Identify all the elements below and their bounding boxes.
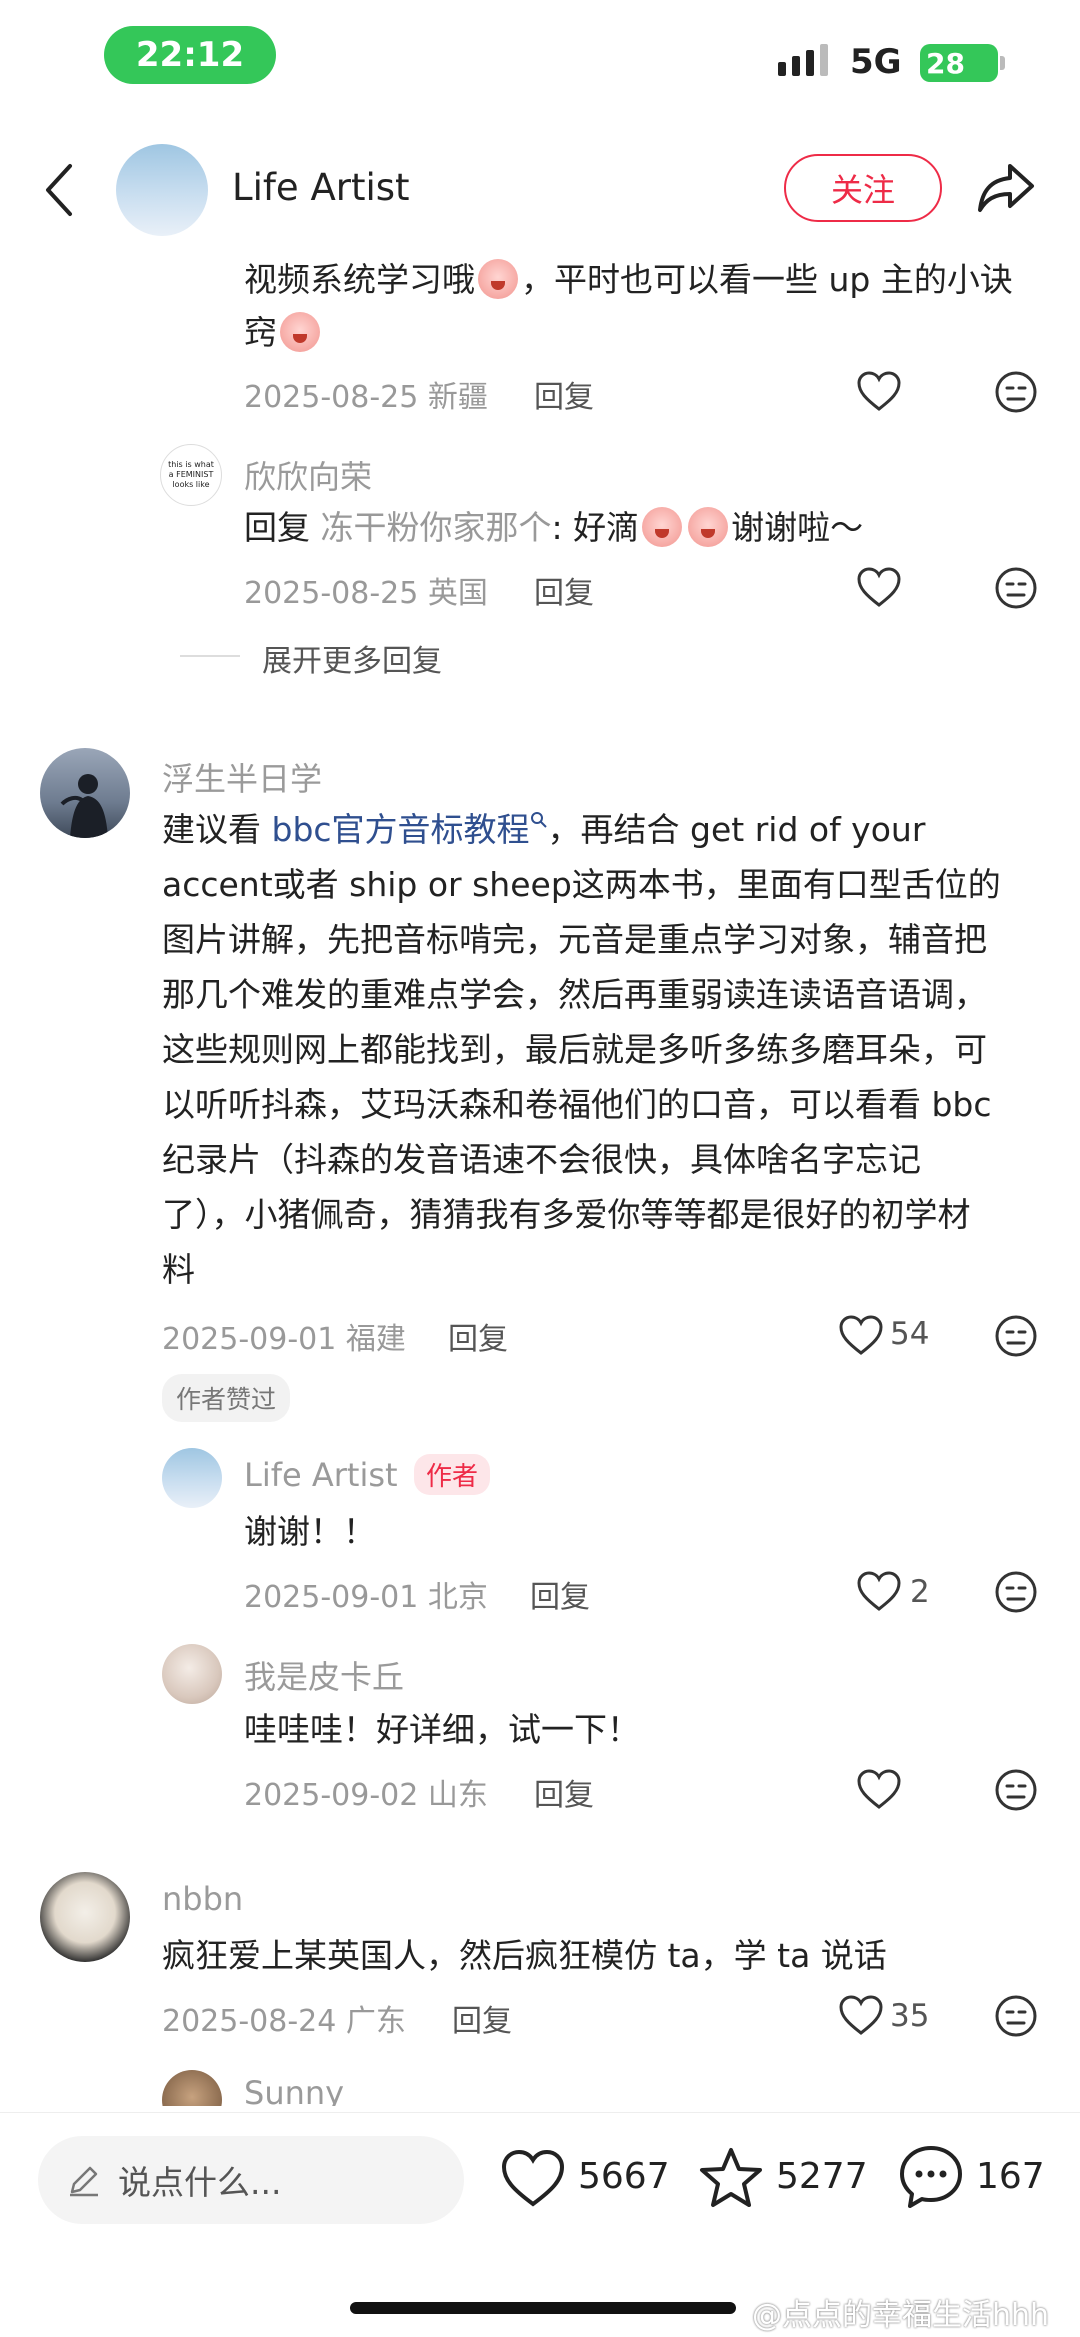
comment-date: 2025-08-24 广东 bbox=[162, 2004, 406, 2039]
author-badge: 作者 bbox=[414, 1454, 491, 1495]
heart-icon[interactable] bbox=[838, 1314, 884, 1356]
author-liked-badge: 作者赞过 bbox=[162, 1374, 291, 1422]
battery-level: 28 bbox=[926, 46, 965, 80]
reply-button[interactable]: 回复 bbox=[448, 1314, 508, 1358]
comment-text-line: 图片讲解，先把音标啃完，元音是重点学习对象，辅音把 bbox=[162, 920, 987, 959]
comment-input-placeholder: 说点什么... bbox=[118, 2163, 282, 2202]
comment-text: 哇哇哇！好详细，试一下！ bbox=[244, 1710, 640, 1749]
comment-text: 视频系统学习哦 ，平时也可以看一些 up 主的小诀 bbox=[244, 252, 1013, 307]
comment-text: 疯狂爱上某英国人，然后疯狂模仿 ta，学 ta 说话 bbox=[162, 1936, 887, 1975]
reply-button[interactable]: 回复 bbox=[530, 1572, 590, 1616]
like-icon[interactable] bbox=[500, 2148, 566, 2208]
heart-icon[interactable] bbox=[856, 1768, 902, 1810]
comment-date: 2025-08-25 英国 bbox=[244, 576, 488, 611]
reply-to-name[interactable]: 冻干粉你家那个 bbox=[321, 508, 552, 547]
comment-text: 窍 bbox=[244, 305, 323, 360]
share-icon[interactable] bbox=[976, 160, 1036, 216]
avatar-silhouette bbox=[60, 774, 108, 838]
comment-text-line: 以听听抖森，艾玛沃森和卷福他们的口音，可以看看 bbc bbox=[162, 1085, 992, 1124]
favorite-total: 5277 bbox=[776, 2156, 868, 2197]
pig-emoji-icon bbox=[642, 507, 683, 547]
heart-icon[interactable] bbox=[856, 566, 902, 608]
comment-text-line: 纪录片（抖森的发音语速不会很快，具体啥名字忘记 bbox=[162, 1140, 921, 1179]
expand-divider bbox=[180, 655, 240, 657]
comment-text-part: 视频系统学习哦 bbox=[244, 260, 475, 299]
heart-icon[interactable] bbox=[856, 370, 902, 412]
pig-emoji-icon bbox=[478, 259, 518, 299]
reply-button[interactable]: 回复 bbox=[452, 1996, 512, 2040]
signal-icon bbox=[778, 44, 828, 76]
comment-date: 2025-09-02 山东 bbox=[244, 1778, 488, 1813]
comment-date: 2025-08-25 新疆 bbox=[244, 380, 488, 415]
battery-icon: 28 bbox=[920, 44, 998, 82]
comment-text-part: 窍 bbox=[244, 313, 277, 352]
pencil-icon bbox=[70, 2166, 98, 2197]
comment-text-line: 这些规则网上都能找到，最后就是多听多练多磨耳朵，可 bbox=[162, 1030, 987, 1069]
avatar[interactable] bbox=[40, 1872, 130, 1962]
watermark: @点点的幸福生活hhh bbox=[752, 2298, 1050, 2333]
comment-text-part: ，平时也可以看一些 up 主的小诀 bbox=[521, 260, 1013, 299]
home-indicator[interactable] bbox=[350, 2302, 736, 2314]
dislike-icon[interactable] bbox=[994, 566, 1038, 610]
comment-text-part: ，再结合 get rid of your bbox=[547, 810, 926, 849]
avatar[interactable]: this is what a FEMINIST looks like bbox=[160, 444, 222, 506]
reply-button[interactable]: 回复 bbox=[534, 1770, 594, 1814]
avatar[interactable] bbox=[162, 1448, 222, 1508]
comment-text-part: 谢谢啦～ bbox=[731, 508, 864, 547]
dislike-icon[interactable] bbox=[994, 1570, 1038, 1614]
network-type: 5G bbox=[850, 42, 902, 82]
star-icon[interactable] bbox=[698, 2146, 764, 2210]
bottom-divider bbox=[0, 2112, 1080, 2113]
comment-icon[interactable] bbox=[898, 2144, 964, 2210]
comment-text: 回复 冻干粉你家那个: 好滴 谢谢啦～ bbox=[244, 500, 863, 555]
heart-icon[interactable] bbox=[838, 1994, 884, 2036]
commenter-name[interactable]: 欣欣向荣 bbox=[244, 452, 372, 498]
comment-text-line: 料 bbox=[162, 1250, 195, 1289]
dislike-icon[interactable] bbox=[994, 1994, 1038, 2038]
comment-text-line: accent或者 ship or sheep这两本书，里面有口型舌位的 bbox=[162, 865, 1001, 904]
status-time: 22:12 bbox=[104, 26, 276, 84]
expand-more-replies[interactable]: 展开更多回复 bbox=[262, 636, 442, 680]
commenter-name[interactable]: Life Artist bbox=[244, 1456, 398, 1494]
search-icon bbox=[530, 812, 547, 828]
like-count: 2 bbox=[910, 1574, 930, 1610]
comment-text-line: 了），小猪佩奇，猜猜我有多爱你等等都是很好的初学材 bbox=[162, 1195, 971, 1234]
dislike-icon[interactable] bbox=[994, 1768, 1038, 1812]
search-link[interactable]: bbc官方音标教程 bbox=[272, 810, 530, 849]
comment-text-line: 建议看 bbc官方音标教程 ，再结合 get rid of your bbox=[162, 802, 925, 857]
dislike-icon[interactable] bbox=[994, 1314, 1038, 1358]
follow-button[interactable]: 关注 bbox=[784, 154, 942, 222]
heart-icon[interactable] bbox=[856, 1570, 902, 1612]
avatar[interactable] bbox=[162, 1644, 222, 1704]
commenter-name[interactable]: nbbn bbox=[162, 1880, 243, 1918]
commenter-name[interactable]: 浮生半日学 bbox=[162, 754, 322, 800]
header-avatar[interactable] bbox=[116, 144, 208, 236]
avatar-text: this is what a FEMINIST looks like bbox=[168, 460, 214, 489]
avatar[interactable] bbox=[40, 748, 130, 838]
back-icon[interactable] bbox=[40, 160, 80, 220]
comment-text: 谢谢！！ bbox=[244, 1512, 376, 1551]
pig-emoji-icon bbox=[280, 312, 320, 352]
commenter-name[interactable]: 我是皮卡丘 bbox=[244, 1652, 404, 1698]
like-count: 35 bbox=[890, 1998, 930, 2034]
comment-text-line: 那几个难发的重难点学会，然后再重弱读连读语音语调， bbox=[162, 975, 987, 1014]
pig-emoji-icon bbox=[688, 507, 729, 547]
reply-button[interactable]: 回复 bbox=[534, 372, 594, 416]
author-name[interactable]: Life Artist bbox=[232, 166, 410, 209]
comment-date: 2025-09-01 北京 bbox=[244, 1580, 488, 1615]
comment-date: 2025-09-01 福建 bbox=[162, 1322, 406, 1357]
comment-total: 167 bbox=[976, 2156, 1045, 2197]
comment-text-part: 建议看 bbox=[162, 810, 272, 849]
comment-input[interactable]: 说点什么... bbox=[38, 2136, 464, 2224]
battery-tip bbox=[1000, 56, 1005, 70]
comment-text-part: : 好滴 bbox=[551, 508, 640, 547]
reply-prefix: 回复 bbox=[244, 508, 310, 547]
reply-button[interactable]: 回复 bbox=[534, 568, 594, 612]
dislike-icon[interactable] bbox=[994, 370, 1038, 414]
like-total: 5667 bbox=[578, 2156, 670, 2197]
like-count: 54 bbox=[890, 1316, 930, 1352]
